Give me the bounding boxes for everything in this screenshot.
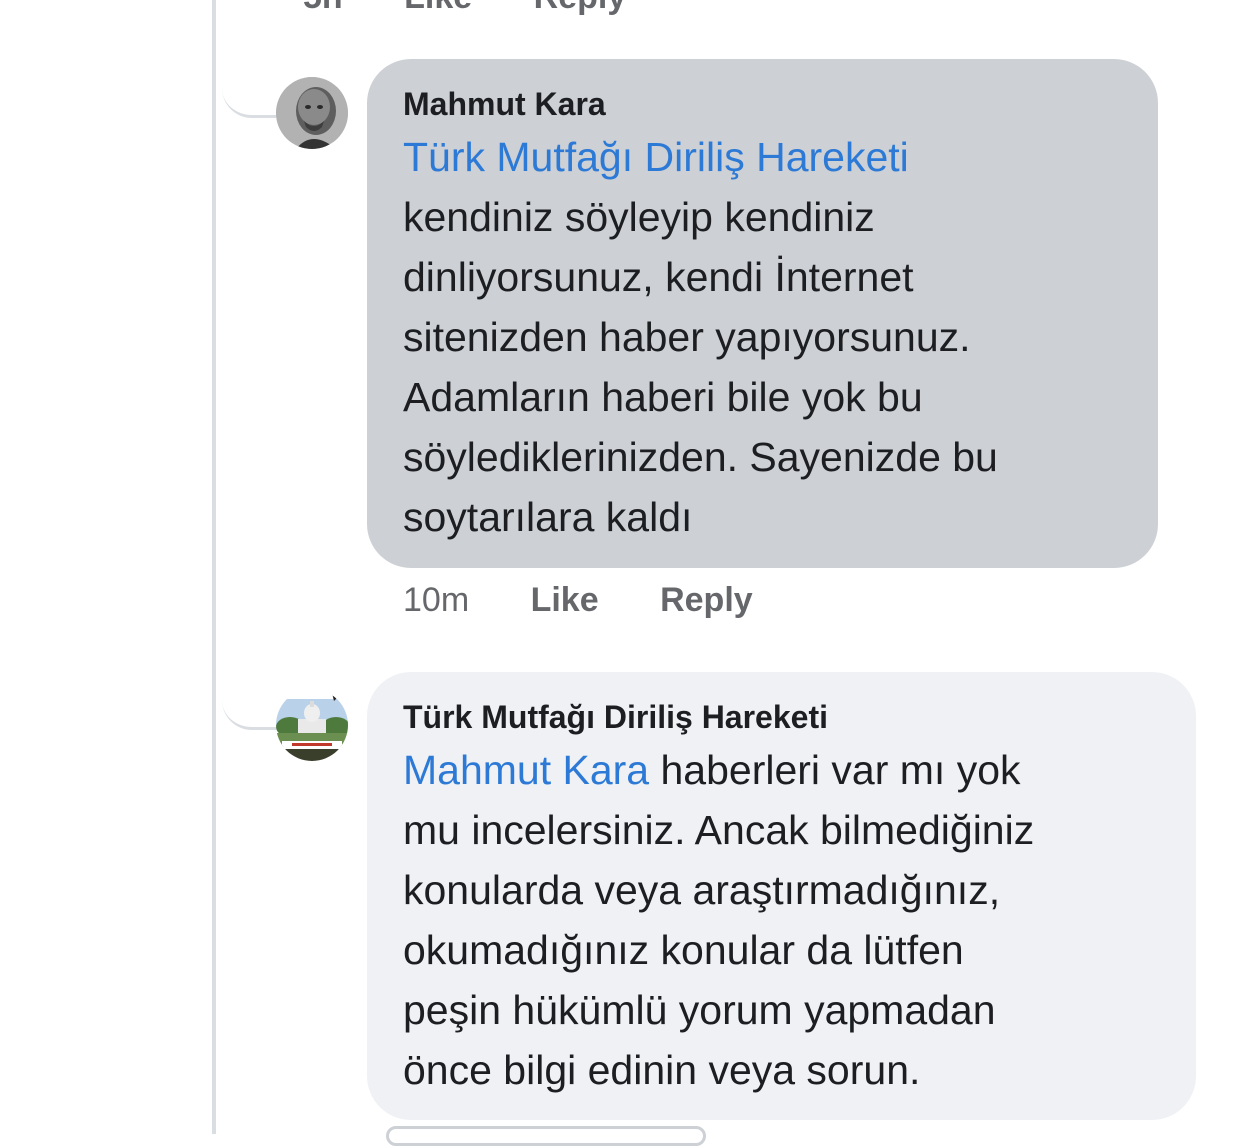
thread-branch xyxy=(222,692,276,730)
mention-link[interactable]: Türk Mutfağı Diriliş Hareketi xyxy=(403,134,909,180)
comment-time: 10m xyxy=(403,581,470,619)
page-avatar-capitol-photo-icon xyxy=(276,689,348,761)
thread-rail xyxy=(212,0,216,1134)
comment-bubble[interactable]: Türk Mutfağı Diriliş Hareketi Mahmut Kar… xyxy=(367,672,1196,1120)
comment-bubble[interactable]: Mahmut Kara Türk Mutfağı Diriliş Hareket… xyxy=(367,59,1158,568)
mention-link[interactable]: Mahmut Kara xyxy=(403,747,649,793)
person-avatar-photo-icon xyxy=(276,77,348,149)
comment-text: Türk Mutfağı Diriliş Hareketi kendiniz s… xyxy=(403,127,1122,547)
reply-button[interactable]: Reply xyxy=(534,0,627,16)
thread-branch xyxy=(222,80,276,118)
comment-author[interactable]: Türk Mutfağı Diriliş Hareketi xyxy=(403,696,1160,738)
comment-text: Mahmut Kara haberleri var mı yok mu ince… xyxy=(403,740,1160,1100)
comment-body: kendiniz söyleyip kendiniz dinliyorsunuz… xyxy=(403,194,998,540)
comment-actions: 10m Like Reply xyxy=(403,578,805,622)
comment-author[interactable]: Mahmut Kara xyxy=(403,83,1122,125)
avatar[interactable] xyxy=(276,77,348,149)
previous-comment-actions: 5h Like Reply xyxy=(303,0,678,16)
comment-body: haberleri var mı yok mu incelersiniz. An… xyxy=(403,747,1035,1093)
next-item-edge xyxy=(386,1126,706,1146)
like-button[interactable]: Like xyxy=(531,581,599,619)
like-button[interactable]: Like xyxy=(404,0,472,16)
comment-time: 5h xyxy=(303,0,343,16)
avatar[interactable] xyxy=(276,689,348,761)
reply-button[interactable]: Reply xyxy=(660,581,753,619)
